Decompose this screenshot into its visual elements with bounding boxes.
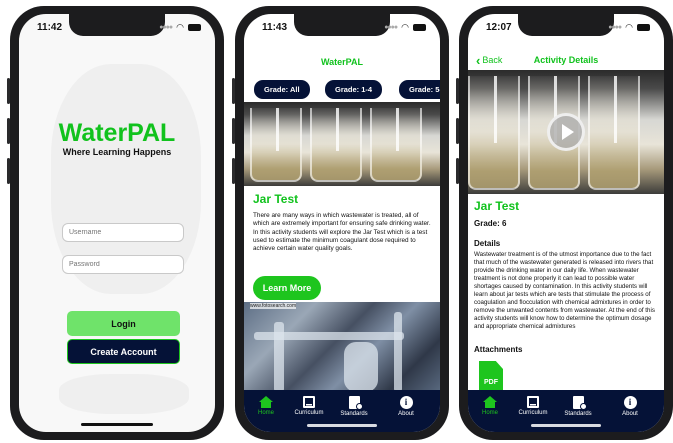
- play-icon[interactable]: [547, 113, 585, 151]
- tank-graphic: [344, 342, 378, 392]
- tab-curriculum[interactable]: Curriculum: [513, 396, 553, 416]
- jar-icon: [370, 108, 422, 182]
- tab-home[interactable]: Home: [246, 396, 286, 416]
- tab-about[interactable]: i About: [386, 396, 426, 417]
- app-screenshots: 11:42 ●●●● ◠ WaterPAL Where Learning Happ…: [0, 0, 673, 443]
- tab-label: Home: [257, 410, 274, 416]
- tab-label: Curriculum: [294, 410, 324, 416]
- tagline: Where Learning Happens: [62, 147, 172, 157]
- info-icon: i: [623, 396, 637, 409]
- details-text: Wastewater treatment is of the utmost im…: [474, 251, 655, 330]
- tab-label: Standards: [564, 411, 592, 417]
- image-watermark: www.fotosearch.com: [250, 303, 297, 309]
- battery-icon: [637, 23, 650, 31]
- app-logo-title: WaterPAL: [58, 119, 176, 147]
- jar-icon: [468, 76, 520, 190]
- jar-icon: [588, 76, 640, 190]
- pipe-graphic: [394, 312, 402, 392]
- activity-grade: Grade: 6: [474, 219, 507, 228]
- attachments-heading: Attachments: [474, 345, 523, 354]
- tab-bar: Home Curriculum Standards i About: [468, 390, 664, 432]
- chevron-left-icon: ‹: [476, 52, 481, 68]
- status-time: 12:07: [486, 22, 512, 33]
- wifi-icon: ◠: [401, 22, 409, 32]
- home-icon: [259, 396, 273, 408]
- standards-icon: [348, 396, 363, 410]
- tab-label: About: [622, 411, 638, 417]
- background-shape: [59, 374, 189, 414]
- jar-icon: [250, 108, 302, 182]
- home-icon: [483, 396, 497, 408]
- phone-detail: 12:07 ●●●● ◠ Activity Details ‹ Back Jar T…: [456, 6, 673, 440]
- grade-chip-all[interactable]: Grade: All: [254, 80, 310, 99]
- tab-about[interactable]: i About: [610, 396, 650, 417]
- back-button[interactable]: ‹ Back: [476, 52, 503, 68]
- details-heading: Details: [474, 239, 501, 248]
- password-input[interactable]: [62, 255, 184, 274]
- wifi-icon: ◠: [625, 22, 633, 32]
- grade-chip-5-8[interactable]: Grade: 5-8: [399, 80, 440, 99]
- video-player[interactable]: [468, 70, 664, 194]
- status-bar: 11:43 ●●●● ◠: [244, 14, 440, 40]
- info-icon: i: [399, 396, 413, 409]
- tab-standards[interactable]: Standards: [558, 396, 598, 417]
- username-input[interactable]: [62, 223, 184, 242]
- wifi-icon: ◠: [176, 22, 184, 32]
- status-time: 11:43: [262, 22, 288, 33]
- grade-filter: Grade: All Grade: 1-4 Grade: 5-8: [254, 80, 440, 100]
- phone-login: 11:42 ●●●● ◠ WaterPAL Where Learning Happ…: [7, 6, 224, 440]
- status-time: 11:42: [37, 22, 63, 33]
- signal-icon: ●●●●: [384, 23, 398, 31]
- create-account-button[interactable]: Create Account: [67, 339, 180, 364]
- pipe-graphic: [274, 322, 284, 392]
- jar-test-image[interactable]: [244, 102, 440, 186]
- tab-standards[interactable]: Standards: [334, 396, 374, 417]
- signal-icon: ●●●●: [608, 23, 622, 31]
- status-bar: 11:42 ●●●● ◠: [19, 14, 215, 40]
- curriculum-icon: [303, 396, 315, 408]
- login-button[interactable]: Login: [67, 311, 180, 336]
- nav-title: WaterPAL: [320, 57, 363, 67]
- phone-home: 11:43 ●●●● ◠ WaterPAL Grade: All Grade: 1…: [232, 6, 449, 440]
- grade-chip-1-4[interactable]: Grade: 1-4: [325, 80, 383, 99]
- tab-label: Home: [481, 410, 498, 416]
- home-screen: 11:43 ●●●● ◠ WaterPAL Grade: All Grade: 1…: [244, 14, 440, 432]
- standards-icon: [572, 396, 587, 410]
- battery-icon: [188, 23, 201, 31]
- learn-more-button[interactable]: Learn More: [253, 276, 321, 300]
- detail-screen: 12:07 ●●●● ◠ Activity Details ‹ Back Jar T…: [468, 14, 664, 432]
- tab-label: About: [398, 411, 414, 417]
- battery-icon: [413, 23, 426, 31]
- jar-icon: [310, 108, 362, 182]
- tab-bar: Home Curriculum Standards i About: [244, 390, 440, 432]
- home-indicator: [531, 424, 601, 427]
- back-label: Back: [482, 55, 503, 65]
- tab-curriculum[interactable]: Curriculum: [289, 396, 329, 416]
- pdf-icon[interactable]: PDF: [479, 361, 503, 393]
- tab-home[interactable]: Home: [470, 396, 510, 416]
- home-indicator: [81, 423, 153, 426]
- curriculum-icon: [527, 396, 539, 408]
- signal-icon: ●●●●: [159, 23, 173, 31]
- login-screen: 11:42 ●●●● ◠ WaterPAL Where Learning Happ…: [19, 14, 215, 432]
- card-description: There are many ways in which wastewater …: [253, 212, 431, 253]
- status-bar: 12:07 ●●●● ◠: [468, 14, 664, 40]
- treatment-plant-image[interactable]: www.fotosearch.com: [244, 302, 440, 398]
- card-title[interactable]: Jar Test: [253, 192, 298, 206]
- tab-label: Curriculum: [518, 410, 548, 416]
- home-indicator: [307, 424, 377, 427]
- tab-label: Standards: [340, 411, 368, 417]
- activity-title: Jar Test: [474, 199, 520, 213]
